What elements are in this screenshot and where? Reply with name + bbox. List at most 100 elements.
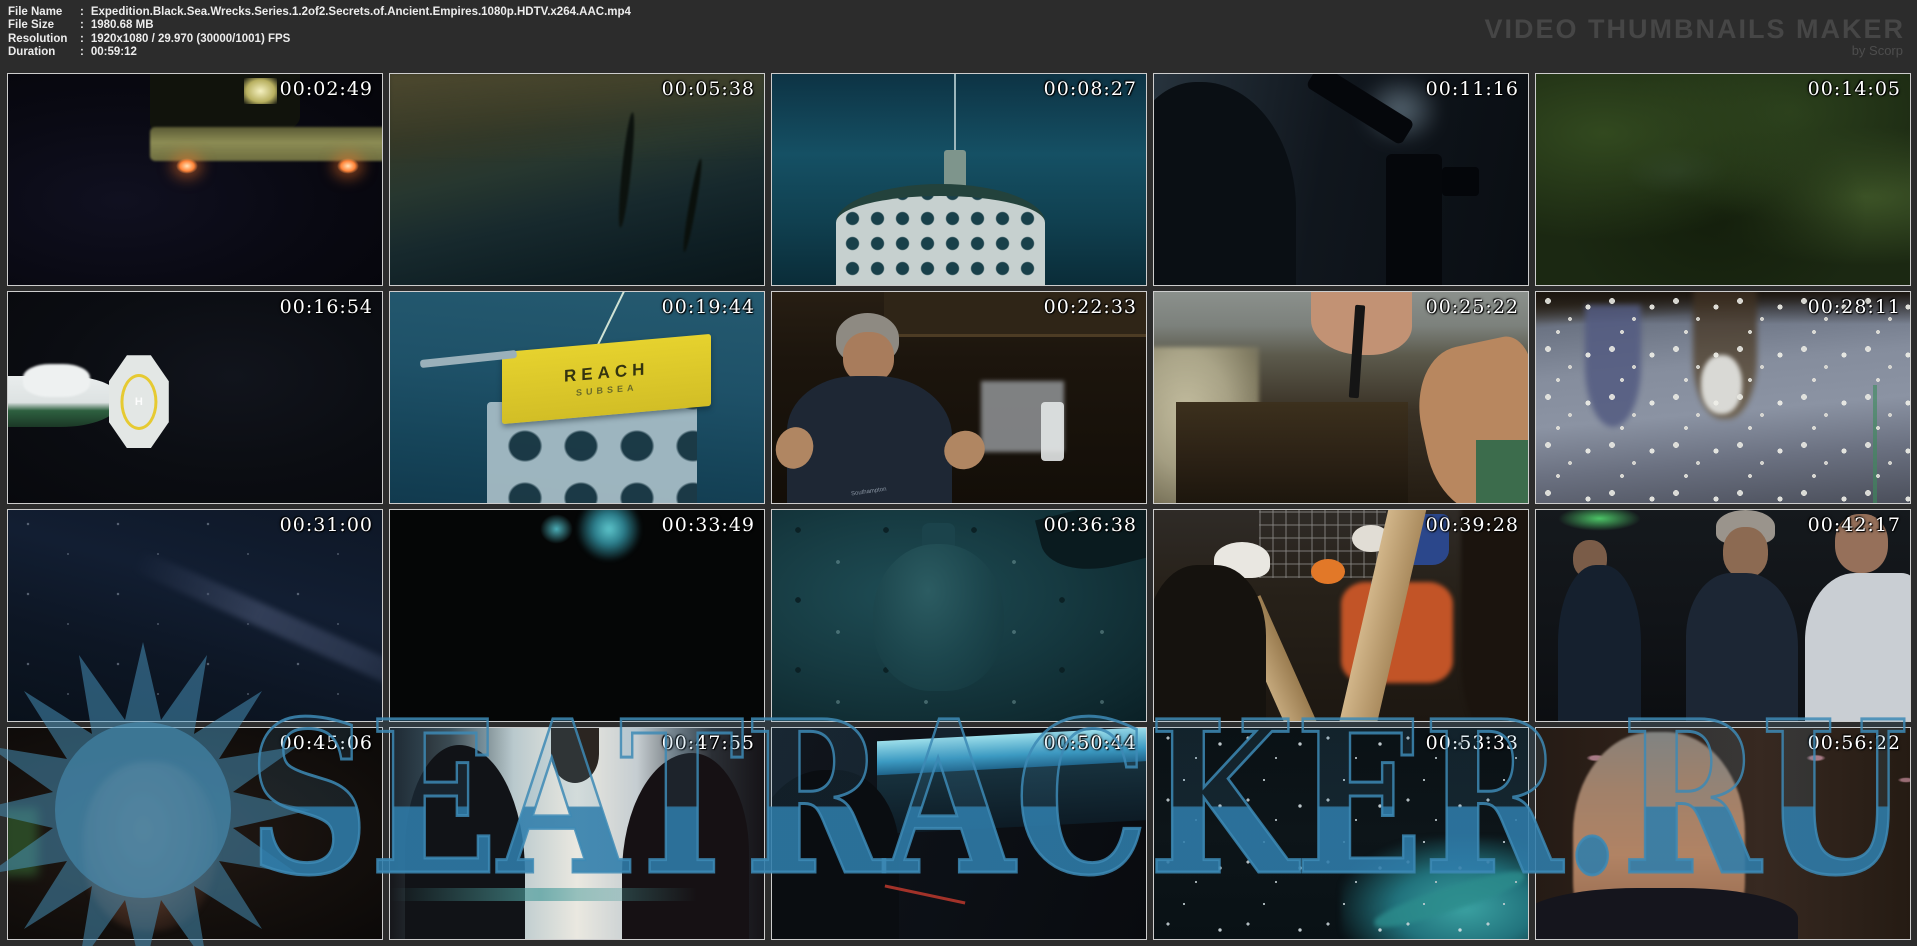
helipad-shape: H xyxy=(109,355,169,448)
thumbnail-r1c3: 00:08:27 xyxy=(771,73,1147,286)
light-glow-shape xyxy=(577,509,641,561)
foam-specks-texture xyxy=(1536,292,1910,503)
recovery-basket-shape xyxy=(836,184,1045,286)
file-name-row: File Name : Expedition.Black.Sea.Wrecks.… xyxy=(8,5,631,19)
green-sleeve-shape xyxy=(1476,440,1529,504)
separator: : xyxy=(80,6,84,18)
timestamp-label: 00:36:38 xyxy=(1044,514,1137,536)
thumbnail-r1c5: 00:14:05 xyxy=(1535,73,1911,286)
thumbnail-r3c5: 00:42:17 xyxy=(1535,509,1911,722)
thumbnail-r4c4: 00:53:33 xyxy=(1153,727,1529,940)
timestamp-label: 00:16:54 xyxy=(280,296,373,318)
file-size-row: File Size : 1980.68 MB xyxy=(8,19,631,33)
rov-light-right xyxy=(337,158,359,174)
thumbnail-r1c1: 00:02:49 xyxy=(7,73,383,286)
separator: : xyxy=(80,19,84,31)
crew-figure-shape xyxy=(1558,565,1640,722)
file-name-value: Expedition.Black.Sea.Wrecks.Series.1.2of… xyxy=(91,6,631,18)
shoulder-shape xyxy=(1535,888,1798,940)
crew-figure-shape xyxy=(1686,573,1798,722)
thumbnail-grid: 00:02:49 00:05:38 00:08:27 00:11:16 00:1… xyxy=(7,73,1911,940)
microscope-knob-shape xyxy=(1442,167,1479,197)
rov-frame-shape xyxy=(150,127,383,161)
file-name-label: File Name xyxy=(8,6,80,18)
thumbnail-r4c3: 00:50:44 xyxy=(771,727,1147,940)
timestamp-label: 00:05:38 xyxy=(662,78,755,100)
timestamp-label: 00:28:11 xyxy=(1808,296,1901,318)
thumbnail-r4c5: 00:56:22 xyxy=(1535,727,1911,940)
helipad-letter: H xyxy=(135,396,143,408)
timestamp-label: 00:02:49 xyxy=(280,78,373,100)
app-branding: VIDEO THUMBNAILS MAKER by Scorp xyxy=(1485,16,1906,58)
thumbnail-r4c1: 00:45:06 xyxy=(7,727,383,940)
hull-crack-shape xyxy=(681,158,705,253)
timestamp-label: 00:33:49 xyxy=(662,514,755,536)
thumbnail-r1c4: 00:11:16 xyxy=(1153,73,1529,286)
sediment-specks-texture xyxy=(8,510,382,721)
crew-silhouette xyxy=(1153,565,1266,722)
white-shirt-figure-shape xyxy=(1805,573,1911,722)
amphora-shape xyxy=(873,544,1004,692)
silhouette-left xyxy=(405,745,525,940)
timestamp-label: 00:22:33 xyxy=(1044,296,1137,318)
thumbnail-r2c4: 00:25:22 xyxy=(1153,291,1529,504)
resolution-row: Resolution : 1920x1080 / 29.970 (30000/1… xyxy=(8,32,631,46)
timestamp-label: 00:08:27 xyxy=(1044,78,1137,100)
glass-reflection-shape xyxy=(390,888,764,901)
thumbnail-r1c2: 00:05:38 xyxy=(389,73,765,286)
app-title: VIDEO THUMBNAILS MAKER xyxy=(1485,16,1906,42)
timestamp-label: 00:42:17 xyxy=(1808,514,1901,536)
crew-face-shape xyxy=(1723,527,1768,578)
thumbnail-r2c1: H 00:16:54 xyxy=(7,291,383,504)
thumbnail-r2c2: REACH SUBSEA 00:19:44 xyxy=(389,291,765,504)
file-size-label: File Size xyxy=(8,19,80,31)
green-blur-shape xyxy=(7,808,38,876)
separator: : xyxy=(80,46,84,58)
light-glow-shape xyxy=(540,514,574,544)
separator: : xyxy=(80,33,84,45)
file-info-panel: File Name : Expedition.Black.Sea.Wrecks.… xyxy=(8,5,631,59)
timestamp-label: 00:14:05 xyxy=(1808,78,1901,100)
operator-silhouette xyxy=(771,770,899,940)
orange-hardhat-shape xyxy=(1311,559,1345,584)
thumbnail-r3c4: 00:39:28 xyxy=(1153,509,1529,722)
profile-face-shape xyxy=(83,762,218,931)
timestamp-label: 00:39:28 xyxy=(1426,514,1519,536)
marine-snow-texture xyxy=(1154,728,1528,939)
file-size-value: 1980.68 MB xyxy=(91,19,154,31)
rov-lamp-glow xyxy=(244,78,278,103)
app-subtitle: by Scorp xyxy=(1485,43,1904,58)
timestamp-label: 00:11:16 xyxy=(1426,78,1519,100)
timestamp-label: 00:31:00 xyxy=(280,514,373,536)
timestamp-label: 00:50:44 xyxy=(1044,732,1137,754)
shirt-logo-text: Southampton xyxy=(851,487,887,498)
timestamp-label: 00:53:33 xyxy=(1426,732,1519,754)
rov-light-left xyxy=(176,158,198,174)
resolution-label: Resolution xyxy=(8,33,80,45)
helipad-ring: H xyxy=(120,374,157,430)
timestamp-label: 00:56:22 xyxy=(1808,732,1901,754)
microscope-body-shape xyxy=(1386,154,1442,286)
resolution-value: 1920x1080 / 29.970 (30000/1001) FPS xyxy=(91,33,291,45)
thumbnail-r3c2: 00:33:49 xyxy=(389,509,765,722)
timestamp-label: 00:19:44 xyxy=(662,296,755,318)
crew-silhouette xyxy=(1461,509,1529,722)
silhouette-right xyxy=(622,753,749,940)
thumbnail-r3c1: 00:31:00 xyxy=(7,509,383,722)
timber-beam-shape xyxy=(1176,402,1408,504)
timestamp-label: 00:25:22 xyxy=(1426,296,1519,318)
thumbnail-r3c3: 00:36:38 xyxy=(771,509,1147,722)
hanging-lamp-shape xyxy=(551,727,600,783)
thumbnail-r2c3: Southampton 00:22:33 xyxy=(771,291,1147,504)
duration-value: 00:59:12 xyxy=(91,46,137,58)
green-light-glow xyxy=(1558,509,1640,531)
thumbnail-r4c2: 00:47:55 xyxy=(389,727,765,940)
duration-row: Duration : 00:59:12 xyxy=(8,46,631,60)
bottle-shape xyxy=(1041,402,1063,461)
scientist-face-shape xyxy=(843,332,893,383)
timestamp-label: 00:47:55 xyxy=(662,732,755,754)
timestamp-label: 00:45:06 xyxy=(280,732,373,754)
researcher-silhouette xyxy=(1153,82,1296,286)
thumbnail-r2c5: 00:28:11 xyxy=(1535,291,1911,504)
duration-label: Duration xyxy=(8,46,80,58)
